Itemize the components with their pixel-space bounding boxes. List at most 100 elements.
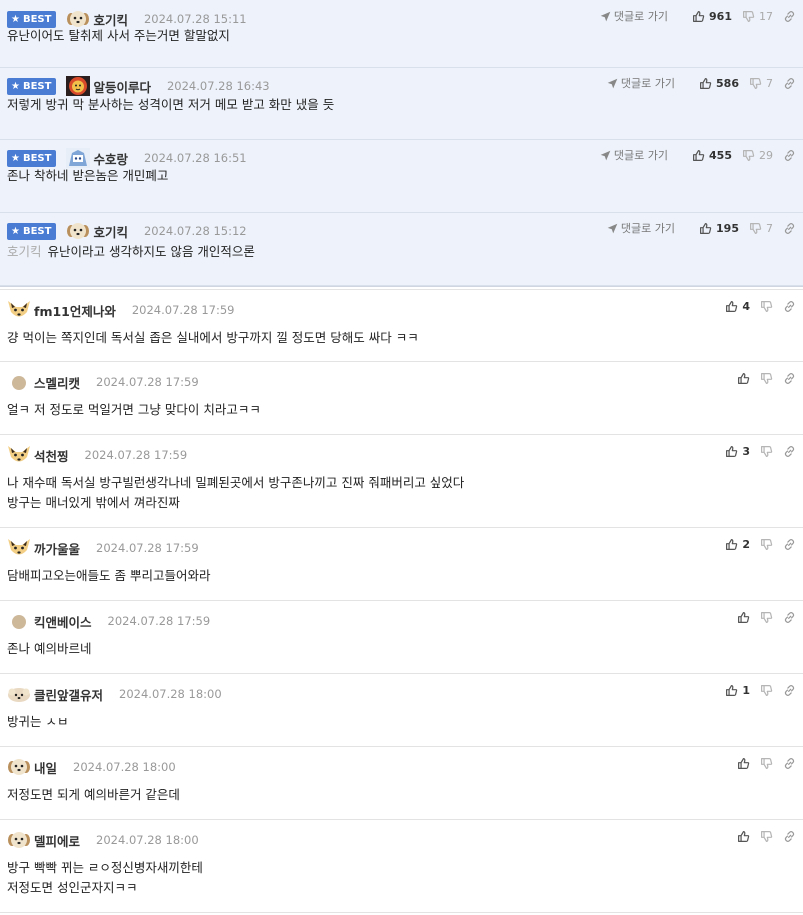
- upvote-button[interactable]: [737, 372, 750, 385]
- copy-link-button[interactable]: [783, 611, 796, 624]
- downvote-button[interactable]: [760, 300, 773, 313]
- goto-reply-link[interactable]: 댓글로 가기: [607, 75, 675, 91]
- goto-reply-link[interactable]: 댓글로 가기: [600, 8, 668, 24]
- downvote-button[interactable]: 17: [742, 10, 773, 23]
- downvote-button[interactable]: 29: [742, 149, 773, 162]
- comment-item: 까가울울 2024.07.28 17:59 2 담배피고오는애들도 좀 뿌리고들어와라: [0, 528, 803, 601]
- best-label: BEST: [22, 152, 52, 164]
- avatar[interactable]: [7, 830, 31, 850]
- thumbs-down-icon: [760, 445, 773, 458]
- comment-line: 걍 먹이는 쪽지인데 독서실 좁은 실내에서 방구까지 낄 정도면 당해도 싸다…: [7, 330, 419, 345]
- best-label: BEST: [22, 80, 52, 92]
- downvote-button[interactable]: [760, 445, 773, 458]
- comment-actions: 4: [715, 296, 796, 316]
- goto-reply-label: 댓글로 가기: [613, 149, 669, 162]
- upvote-button[interactable]: 455: [692, 149, 732, 162]
- downvote-button[interactable]: [760, 372, 773, 385]
- avatar[interactable]: [66, 221, 90, 241]
- upvote-button[interactable]: 961: [692, 10, 732, 23]
- comment-line: 존나 예의바르네: [7, 641, 92, 656]
- reply-target[interactable]: 호기킥: [7, 244, 42, 259]
- copy-link-button[interactable]: [783, 757, 796, 770]
- upvote-count: 455: [709, 148, 732, 162]
- upvote-button[interactable]: 2: [725, 538, 750, 551]
- comment-text: 방귀는 ㅅㅂ: [7, 712, 68, 732]
- copy-link-button[interactable]: [783, 149, 796, 162]
- upvote-button[interactable]: 4: [725, 300, 750, 313]
- best-badge: ★ BEST: [7, 77, 57, 95]
- thumbs-down-icon: [742, 149, 755, 162]
- timestamp: 2024.07.28 15:12: [143, 224, 247, 238]
- thumbs-down-icon: [760, 830, 773, 843]
- timestamp: 2024.07.28 17:59: [96, 541, 199, 555]
- nickname[interactable]: 델피에로: [34, 831, 80, 850]
- downvote-button[interactable]: 7: [749, 77, 773, 90]
- downvote-button[interactable]: [760, 830, 773, 843]
- downvote-button[interactable]: [760, 538, 773, 551]
- copy-link-button[interactable]: [783, 830, 796, 843]
- comment-meta: 내일 2024.07.28 18:00: [7, 757, 176, 777]
- nickname[interactable]: 까가울울: [34, 539, 80, 558]
- copy-link-button[interactable]: [783, 222, 796, 235]
- comment-text: 호기킥 유난이라고 생각하지도 않음 개인적으론: [7, 242, 255, 262]
- upvote-count: 4: [742, 299, 750, 313]
- timestamp: 2024.07.28 18:00: [96, 833, 199, 847]
- comment-meta: 델피에로 2024.07.28 18:00: [7, 830, 199, 850]
- upvote-button[interactable]: 195: [699, 222, 739, 235]
- copy-link-button[interactable]: [783, 300, 796, 313]
- comment-line: 방귀는 ㅅㅂ: [7, 714, 69, 729]
- thumbs-up-icon: [737, 372, 750, 385]
- upvote-button[interactable]: [737, 757, 750, 770]
- nickname[interactable]: fm11언제나와: [34, 301, 116, 320]
- avatar[interactable]: [66, 148, 91, 168]
- upvote-button[interactable]: [737, 611, 750, 624]
- copy-link-button[interactable]: [783, 538, 796, 551]
- thumbs-up-icon: [692, 10, 705, 23]
- downvote-button[interactable]: [760, 611, 773, 624]
- nickname[interactable]: 내일: [34, 758, 57, 777]
- copy-link-button[interactable]: [783, 684, 796, 697]
- nickname[interactable]: 석천찡: [34, 446, 69, 465]
- nickname[interactable]: 스멜리캣: [34, 373, 80, 392]
- comment-actions: 3: [715, 441, 796, 461]
- nickname[interactable]: 호기킥: [93, 222, 128, 241]
- upvote-button[interactable]: 3: [725, 445, 750, 458]
- nickname[interactable]: 수호랑: [93, 149, 128, 168]
- comment-actions: 1: [715, 680, 796, 700]
- copy-link-button[interactable]: [783, 10, 796, 23]
- best-comment: ★ BEST 수호랑 2024.07.28 16:51 댓글로 가기 455 29 존나 착하…: [0, 140, 803, 213]
- avatar[interactable]: [7, 445, 31, 465]
- upvote-button[interactable]: [737, 830, 750, 843]
- upvote-button[interactable]: 586: [699, 77, 739, 90]
- avatar[interactable]: [7, 300, 31, 320]
- nickname[interactable]: 클린앞갤유저: [34, 685, 103, 704]
- nickname[interactable]: 킥앤베이스: [34, 612, 92, 631]
- avatar[interactable]: [7, 684, 31, 704]
- upvote-button[interactable]: 1: [725, 684, 750, 697]
- comment-text: 존나 착하네 받은놈은 개민폐고: [7, 166, 168, 186]
- thumbs-down-icon: [742, 10, 755, 23]
- copy-link-button[interactable]: [783, 445, 796, 458]
- copy-link-button[interactable]: [783, 77, 796, 90]
- comment-line: 저정도면 되게 예의바른거 같은데: [7, 787, 180, 802]
- timestamp: 2024.07.28 17:59: [131, 303, 235, 317]
- downvote-button[interactable]: [760, 684, 773, 697]
- goto-reply-link[interactable]: 댓글로 가기: [600, 147, 668, 163]
- copy-link-button[interactable]: [783, 372, 796, 385]
- comment-meta: ★ BEST 수호랑 2024.07.28 16:51: [7, 148, 247, 168]
- thumbs-down-icon: [749, 77, 762, 90]
- avatar[interactable]: [7, 611, 31, 631]
- downvote-button[interactable]: 7: [749, 222, 773, 235]
- timestamp: 2024.07.28 18:00: [73, 760, 176, 774]
- nickname[interactable]: 알등이루다: [93, 77, 151, 96]
- link-icon: [783, 222, 796, 235]
- goto-reply-label: 댓글로 가기: [620, 222, 676, 235]
- downvote-button[interactable]: [760, 757, 773, 770]
- goto-reply-link[interactable]: 댓글로 가기: [607, 220, 675, 236]
- avatar[interactable]: [7, 538, 31, 558]
- avatar[interactable]: [66, 76, 91, 96]
- comment-actions: 댓글로 가기 455 29: [600, 145, 796, 165]
- avatar[interactable]: [7, 757, 31, 777]
- comment-meta: fm11언제나와 2024.07.28 17:59: [7, 300, 235, 320]
- avatar[interactable]: [7, 372, 31, 392]
